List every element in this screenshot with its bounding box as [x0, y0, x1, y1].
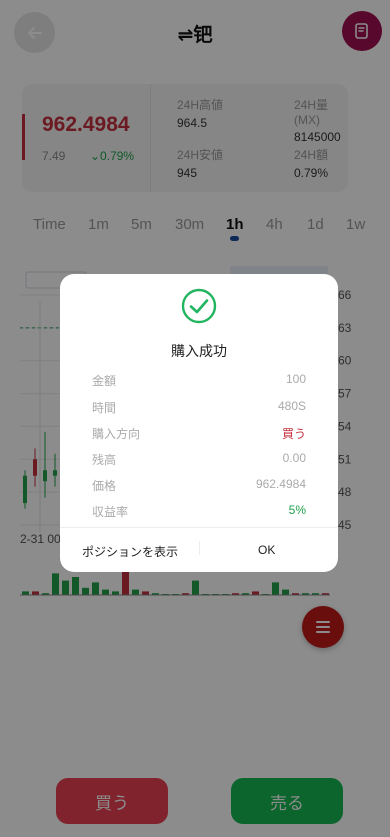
detail-row-direction: 購入方向 買う: [92, 425, 306, 442]
detail-value: 5%: [288, 503, 306, 517]
detail-label: 価格: [92, 479, 117, 493]
detail-value: 480S: [277, 399, 306, 413]
detail-row-price: 価格 962.4984: [92, 477, 306, 494]
check-circle-icon: [181, 288, 217, 324]
view-position-button[interactable]: ポジションを表示: [82, 543, 178, 560]
purchase-success-dialog: 購入成功 金額 100 時間 480S 購入方向 買う 残高 0.00 価格 9…: [60, 274, 338, 572]
detail-row-time: 時間 480S: [92, 399, 306, 416]
detail-label: 収益率: [92, 505, 129, 519]
detail-value: 0.00: [282, 451, 306, 465]
dialog-divider: [60, 527, 338, 528]
detail-label: 金額: [92, 374, 117, 388]
detail-label: 残高: [92, 453, 117, 467]
detail-label: 購入方向: [92, 427, 141, 441]
detail-row-amount: 金額 100: [92, 372, 306, 389]
detail-value: 買う: [281, 427, 306, 441]
detail-value: 100: [285, 372, 306, 386]
ok-button[interactable]: OK: [258, 543, 275, 557]
detail-value: 962.4984: [255, 477, 306, 491]
dialog-button-separator: [199, 541, 200, 555]
detail-row-return-rate: 収益率 5%: [92, 503, 306, 520]
dialog-title: 購入成功: [171, 343, 227, 359]
detail-label: 時間: [92, 401, 117, 415]
detail-row-balance: 残高 0.00: [92, 451, 306, 468]
